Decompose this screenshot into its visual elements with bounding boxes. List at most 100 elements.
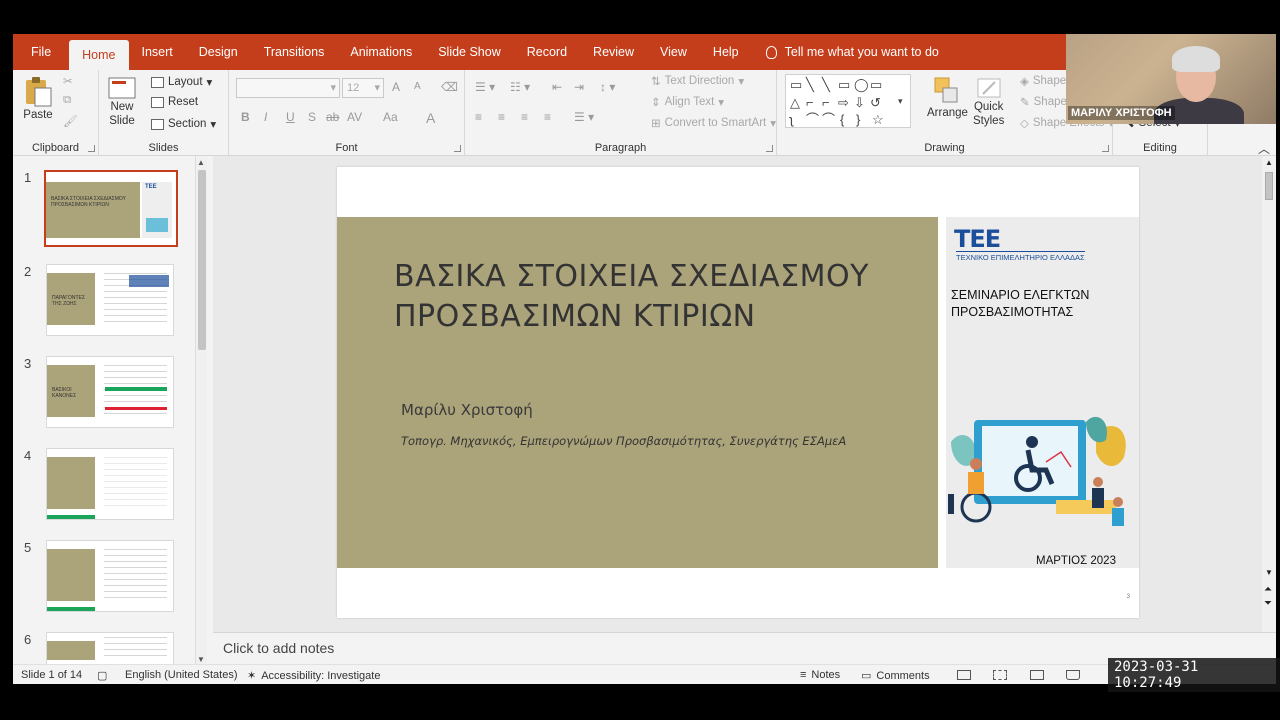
curve-shape-icon[interactable]: ↺ <box>870 96 881 109</box>
right-arrow-shape-icon[interactable]: ⇨ <box>838 96 849 109</box>
rectangle-shape-icon[interactable]: ▭ <box>790 78 802 91</box>
slide-date[interactable]: ΜΑΡΤΙΟΣ 2023 <box>1036 555 1116 567</box>
spell-check-icon[interactable]: ▢ <box>97 669 107 682</box>
italic-button[interactable]: I <box>264 110 267 124</box>
previous-slide-icon[interactable]: ⏶ <box>1264 584 1272 595</box>
decrease-indent-icon[interactable]: ⇤ <box>552 80 562 94</box>
slide-thumbnail-6[interactable] <box>46 632 174 666</box>
font-color-button[interactable]: A <box>426 110 435 126</box>
tab-transitions[interactable]: Transitions <box>251 34 338 70</box>
gallery-more-icon[interactable]: ▾ <box>898 95 903 108</box>
rounded-rect-shape-icon[interactable]: ▭ <box>870 78 882 91</box>
slide-thumbnail-5[interactable] <box>46 540 174 612</box>
columns-icon[interactable]: ☰ ▾ <box>574 110 594 124</box>
oval-shape-icon[interactable]: ◯ <box>854 78 869 91</box>
slide-title[interactable]: ΒΑΣΙΚΑ ΣΤΟΙΧΕΙΑ ΣΧΕΔΙΑΣΜΟΥ ΠΡΟΣΒΑΣΙΜΩΝ Κ… <box>394 257 914 337</box>
format-painter-button[interactable]: 🖌 <box>63 114 78 128</box>
justify-icon[interactable]: ≡ <box>544 110 551 124</box>
arc-shape-icon[interactable]: ⌒ <box>822 113 835 126</box>
scroll-up-icon[interactable]: ▲ <box>197 158 205 167</box>
thumbnails-scrollbar[interactable]: ▲ ▼ <box>195 156 207 666</box>
shrink-font-button[interactable]: A <box>414 81 421 92</box>
tab-view[interactable]: View <box>647 34 700 70</box>
copy-button[interactable]: ⧉ <box>63 94 71 107</box>
underline-button[interactable]: U <box>286 110 295 124</box>
slide-thumbnail-1[interactable]: ΒΑΣΙΚΑ ΣΤΟΙΧΕΙΑ ΣΧΕΔΙΑΣΜΟΥ ΠΡΟΣΒΑΣΙΜΩΝ Κ… <box>44 170 178 247</box>
quick-styles-button[interactable]: Quick Styles <box>973 76 1004 128</box>
grow-font-button[interactable]: A <box>392 80 400 94</box>
paragraph-launcher-icon[interactable] <box>766 145 773 152</box>
clear-format-icon[interactable]: ⌫ <box>441 80 458 94</box>
change-case-button[interactable]: Aa <box>383 110 398 124</box>
current-slide[interactable]: ΒΑΣΙΚΑ ΣΤΟΙΧΕΙΑ ΣΧΕΔΙΑΣΜΟΥ ΠΡΟΣΒΑΣΙΜΩΝ Κ… <box>337 167 1139 618</box>
tell-me-search[interactable]: Tell me what you want to do <box>752 34 939 70</box>
normal-view-icon[interactable] <box>957 670 971 680</box>
slide-sorter-view-icon[interactable] <box>993 670 1007 680</box>
freeform-shape-icon[interactable]: ʅ <box>790 113 793 126</box>
numbering-icon[interactable]: ☷ ▾ <box>510 80 530 94</box>
accessibility-button[interactable]: ✶ Accessibility: Investigate <box>247 669 380 683</box>
bullets-icon[interactable]: ☰ ▾ <box>475 80 495 94</box>
brace-shape-icon[interactable]: { <box>840 113 844 126</box>
editor-scrollbar[interactable]: ▲ ▼ ⏶ ⏷ <box>1262 156 1276 632</box>
slide-thumbnail-2[interactable]: ΠΑΡΑΓΟΝΤΕΣ ΤΗΣ ΖΩΗΣ <box>46 264 174 336</box>
thumbnails-scroll-thumb[interactable] <box>198 170 206 350</box>
tab-file[interactable]: File <box>13 34 69 70</box>
cut-button[interactable]: ✂ <box>63 74 73 88</box>
connector-shape-icon[interactable]: ⌐ <box>806 96 814 109</box>
scroll-down-icon[interactable]: ▼ <box>197 655 205 664</box>
language-indicator[interactable]: English (United States) <box>125 669 238 681</box>
align-text-button[interactable]: ⇕ Align Text ▾ <box>651 95 724 109</box>
font-launcher-icon[interactable] <box>454 145 461 152</box>
brace-shape-icon[interactable]: } <box>856 113 860 126</box>
text-direction-button[interactable]: ⇅ Text Direction ▾ <box>651 74 744 88</box>
tab-animations[interactable]: Animations <box>337 34 425 70</box>
seminar-title[interactable]: ΣΕΜΙΝΑΡΙΟ ΕΛΕΓΚΤΩΝ ΠΡΟΣΒΑΣΙΜΟΤΗΤΑΣ <box>951 287 1136 321</box>
align-center-icon[interactable]: ≡ <box>498 110 505 124</box>
tab-record[interactable]: Record <box>514 34 580 70</box>
arc-shape-icon[interactable]: ⌒ <box>806 113 819 126</box>
clipboard-launcher-icon[interactable] <box>88 145 95 152</box>
tab-insert[interactable]: Insert <box>129 34 186 70</box>
triangle-shape-icon[interactable]: △ <box>790 96 800 109</box>
tab-review[interactable]: Review <box>580 34 647 70</box>
section-button[interactable]: Section ▾ <box>151 117 216 131</box>
char-spacing-button[interactable]: AV <box>347 110 362 124</box>
down-arrow-shape-icon[interactable]: ⇩ <box>854 96 865 109</box>
convert-smartart-button[interactable]: ⊞ Convert to SmartArt ▾ <box>651 116 776 130</box>
connector-shape-icon[interactable]: ⌐ <box>822 96 830 109</box>
slide-show-view-icon[interactable] <box>1066 670 1080 680</box>
next-slide-icon[interactable]: ⏷ <box>1264 598 1272 609</box>
rect-shape-icon[interactable]: ▭ <box>838 78 850 91</box>
slide-thumbnail-4[interactable] <box>46 448 174 520</box>
collapse-ribbon-icon[interactable]: ︿ <box>1258 140 1270 157</box>
font-name-combo[interactable]: ▾ <box>236 78 340 98</box>
new-slide-button[interactable]: New Slide <box>107 76 137 128</box>
arrange-button[interactable]: Arrange <box>927 76 968 120</box>
line-shape-icon[interactable]: ╲ <box>806 78 814 91</box>
comments-button[interactable]: ▭ Comments <box>861 669 930 683</box>
slide-subtitle[interactable]: Τοπογρ. Μηχανικός, Εμπειρογνώμων Προσβασ… <box>401 434 846 448</box>
slide-author[interactable]: Μαρίλυ Χριστοφή <box>401 401 533 419</box>
line-spacing-icon[interactable]: ↕ ▾ <box>600 80 615 94</box>
strikethrough-button[interactable]: ab <box>326 110 339 124</box>
increase-indent-icon[interactable]: ⇥ <box>574 80 584 94</box>
drawing-launcher-icon[interactable] <box>1102 145 1109 152</box>
shapes-gallery[interactable]: ▭ ╲ ╲ ▭ ◯ ▭ △ ⌐ ⌐ ⇨ ⇩ ↺ ʅ ⌒ ⌒ { } ☆ ▾ <box>785 74 911 128</box>
scroll-up-icon[interactable]: ▲ <box>1265 158 1273 167</box>
bold-button[interactable]: B <box>241 110 250 124</box>
reset-button[interactable]: Reset <box>151 96 198 108</box>
slide-thumbnail-3[interactable]: ΒΑΣΙΚΟΙ ΚΑΝΟΝΕΣ <box>46 356 174 428</box>
reading-view-icon[interactable] <box>1030 670 1044 680</box>
tab-help[interactable]: Help <box>700 34 752 70</box>
scroll-down-icon[interactable]: ▼ <box>1265 568 1273 577</box>
editor-scroll-thumb[interactable] <box>1265 172 1273 200</box>
tab-slide-show[interactable]: Slide Show <box>425 34 514 70</box>
align-right-icon[interactable]: ≡ <box>521 110 528 124</box>
layout-button[interactable]: Layout ▾ <box>151 75 212 89</box>
line-shape-icon[interactable]: ╲ <box>822 78 830 91</box>
paste-button[interactable]: Paste <box>23 76 53 122</box>
text-shadow-button[interactable]: S <box>308 110 316 124</box>
star-shape-icon[interactable]: ☆ <box>872 113 884 126</box>
notes-button[interactable]: ≡ Notes <box>800 669 840 681</box>
